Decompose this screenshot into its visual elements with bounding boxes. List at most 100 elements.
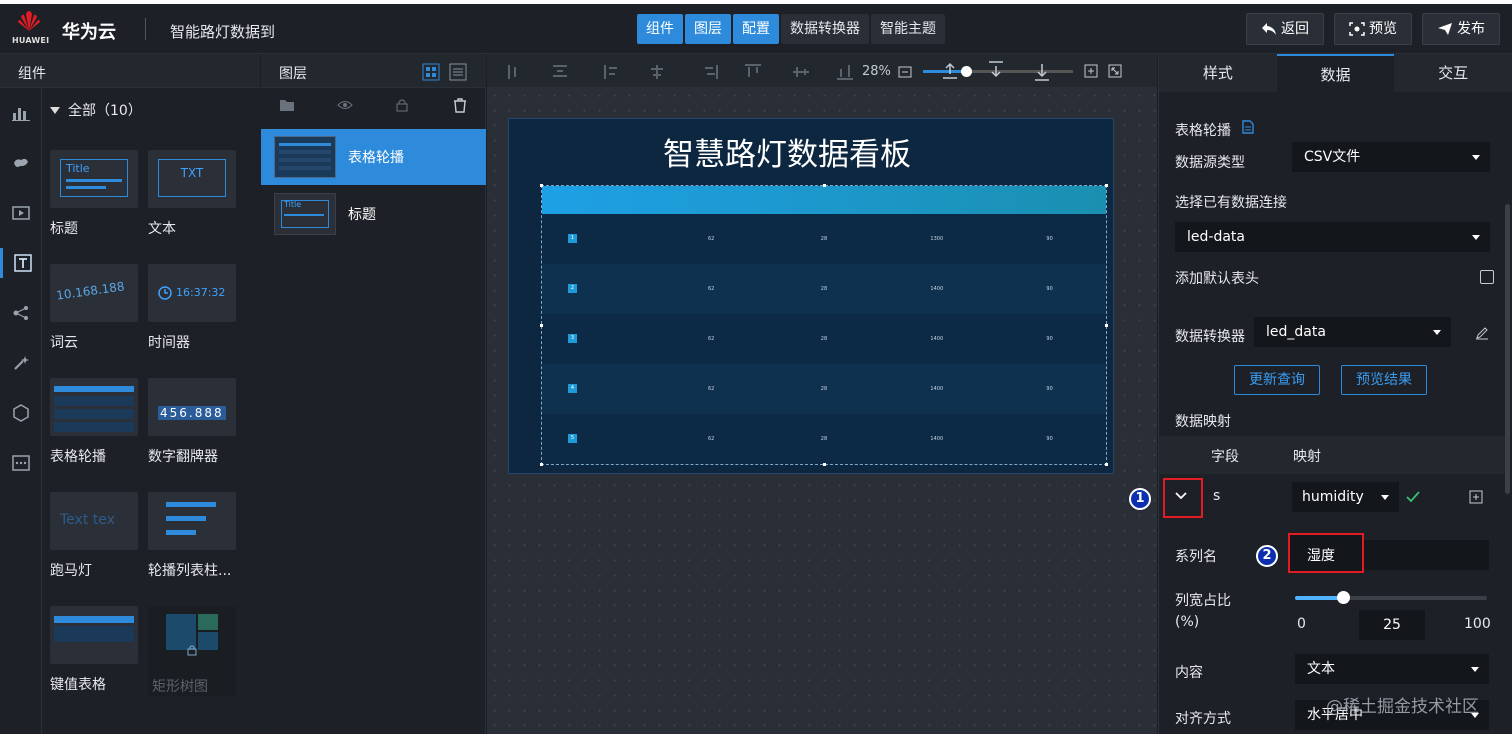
column-width-input[interactable]: 25 bbox=[1359, 610, 1425, 640]
component-thumb: TXT bbox=[148, 150, 236, 208]
rail-shape[interactable] bbox=[0, 398, 42, 428]
column-width-slider[interactable] bbox=[1295, 591, 1487, 604]
row-index: 1 bbox=[568, 234, 577, 243]
tab-components[interactable]: 组件 bbox=[637, 14, 683, 44]
content-select[interactable]: 文本 bbox=[1295, 654, 1489, 684]
preview-button[interactable]: 预览 bbox=[1334, 13, 1412, 45]
zoom-out-icon[interactable] bbox=[897, 63, 913, 79]
tab-data[interactable]: 数据 bbox=[1276, 54, 1395, 92]
relation-icon bbox=[13, 306, 28, 320]
folder-icon[interactable] bbox=[279, 98, 295, 112]
resize-handle[interactable] bbox=[823, 463, 826, 466]
rail-media[interactable] bbox=[0, 198, 42, 228]
row-index: 4 bbox=[568, 384, 577, 393]
layers-title: 图层 bbox=[279, 66, 307, 82]
add-mapping-icon[interactable] bbox=[1469, 490, 1483, 504]
slider-handle[interactable] bbox=[1337, 591, 1350, 604]
component-thumb: 矩形树图 bbox=[148, 606, 236, 696]
rail-map[interactable] bbox=[0, 148, 42, 178]
canvas-toolbar: 28% bbox=[487, 54, 1157, 88]
thumb-text: TXT bbox=[180, 166, 204, 180]
table-cell: 28 bbox=[820, 236, 828, 242]
select-value: humidity bbox=[1302, 489, 1364, 505]
design-canvas[interactable]: 智慧路灯数据看板 1 62 28 1300 90 2 62 28 1400 90 3 62 28 14… bbox=[487, 88, 1157, 734]
panel-scrollbar[interactable] bbox=[1505, 204, 1510, 494]
doc-icon[interactable] bbox=[1242, 120, 1254, 134]
resize-handle[interactable] bbox=[1105, 324, 1108, 327]
trash-icon[interactable] bbox=[453, 98, 467, 113]
select-value: led_data bbox=[1266, 324, 1326, 340]
resize-handle[interactable] bbox=[1105, 184, 1108, 187]
rail-text[interactable] bbox=[0, 248, 42, 278]
list-view-icon[interactable] bbox=[449, 63, 467, 81]
mapping-field-select[interactable]: humidity bbox=[1292, 482, 1399, 512]
rail-more[interactable] bbox=[0, 448, 42, 478]
component-card-timer[interactable]: 16:37:32 时间器 bbox=[148, 264, 238, 352]
component-card-flip-number[interactable]: 456.888 数字翻牌器 bbox=[148, 378, 238, 466]
component-card-kv-table[interactable]: 键值表格 bbox=[50, 606, 140, 694]
resize-handle[interactable] bbox=[823, 184, 826, 187]
series-name-input[interactable]: 湿度 bbox=[1288, 533, 1364, 573]
resize-handle[interactable] bbox=[540, 184, 543, 187]
chevron-down-icon[interactable] bbox=[1174, 491, 1188, 501]
component-card-carousel-bar[interactable]: 轮播列表柱... bbox=[148, 492, 238, 580]
rail-interaction[interactable] bbox=[0, 348, 42, 378]
dashboard-board[interactable]: 智慧路灯数据看板 1 62 28 1300 90 2 62 28 1400 90 3 62 28 14… bbox=[508, 118, 1114, 474]
align-tools-icon[interactable] bbox=[505, 63, 865, 81]
edit-icon[interactable] bbox=[1475, 326, 1489, 340]
layer-item-title[interactable]: Title 标题 bbox=[261, 186, 486, 242]
zoom-level: 28% bbox=[862, 64, 891, 79]
component-label: 词云 bbox=[50, 335, 78, 351]
component-card-title[interactable]: Title 标题 bbox=[50, 150, 140, 238]
mapping-map-header: 映射 bbox=[1293, 449, 1321, 465]
component-card-wordcloud[interactable]: 10.168.188 词云 bbox=[50, 264, 140, 352]
mapping-header: 字段 映射 bbox=[1159, 436, 1505, 474]
back-button[interactable]: 返回 bbox=[1246, 13, 1324, 45]
preview-result-button[interactable]: 预览结果 bbox=[1341, 365, 1427, 395]
category-filter[interactable]: 全部（10） bbox=[50, 100, 142, 120]
connection-select[interactable]: led-data bbox=[1175, 222, 1490, 252]
eye-icon[interactable] bbox=[337, 98, 353, 112]
component-card-treemap[interactable]: 矩形树图 bbox=[148, 606, 238, 696]
tab-style[interactable]: 样式 bbox=[1159, 54, 1277, 92]
default-header-checkbox[interactable] bbox=[1480, 270, 1494, 284]
layer-thumb: Title bbox=[274, 193, 336, 235]
table-cell: 1400 bbox=[930, 436, 944, 442]
component-thumb bbox=[50, 606, 138, 664]
converter-select[interactable]: led_data bbox=[1254, 317, 1451, 347]
add-icon[interactable] bbox=[1084, 64, 1098, 78]
component-card-marquee[interactable]: Text tex 跑马灯 bbox=[50, 492, 140, 580]
filter-label: 全部（10） bbox=[68, 103, 142, 119]
component-thumb bbox=[50, 378, 138, 436]
refresh-query-button[interactable]: 更新查询 bbox=[1234, 365, 1320, 395]
lock-icon[interactable] bbox=[395, 98, 409, 112]
table-cell: 1400 bbox=[930, 286, 944, 292]
project-title: 智能路灯数据到 bbox=[170, 23, 276, 41]
resize-handle[interactable] bbox=[540, 324, 543, 327]
tab-interaction[interactable]: 交互 bbox=[1394, 54, 1512, 92]
table-cell: 90 bbox=[1046, 236, 1053, 242]
component-thumb bbox=[148, 492, 236, 550]
layer-item-table-carousel[interactable]: 表格轮播 bbox=[261, 129, 486, 185]
board-title[interactable]: 智慧路灯数据看板 bbox=[509, 129, 1065, 174]
magic-wand-icon bbox=[14, 356, 29, 370]
publish-button[interactable]: 发布 bbox=[1422, 13, 1500, 45]
tab-smart-theme[interactable]: 智能主题 bbox=[871, 14, 945, 44]
component-thumb: Title bbox=[50, 150, 138, 208]
table-carousel-widget[interactable]: 1 62 28 1300 90 2 62 28 1400 90 3 62 28 1400 90 4 62 2… bbox=[540, 184, 1108, 466]
grid-view-icon[interactable] bbox=[422, 63, 440, 81]
resize-handle[interactable] bbox=[1105, 463, 1108, 466]
tab-layers[interactable]: 图层 bbox=[685, 14, 731, 44]
component-card-table-carousel[interactable]: 表格轮播 bbox=[50, 378, 140, 466]
rail-relation[interactable] bbox=[0, 298, 42, 328]
tab-data-converter[interactable]: 数据转换器 bbox=[781, 14, 869, 44]
rail-chart[interactable] bbox=[0, 98, 42, 128]
table-cell: 28 bbox=[820, 386, 828, 392]
table-row: 3 62 28 1400 90 bbox=[542, 314, 1106, 364]
component-card-text[interactable]: TXT 文本 bbox=[148, 150, 238, 238]
fullscreen-icon[interactable] bbox=[1108, 64, 1122, 78]
snap-tools-icon[interactable] bbox=[941, 60, 1061, 82]
datasource-type-select[interactable]: CSV文件 bbox=[1292, 142, 1490, 172]
resize-handle[interactable] bbox=[540, 463, 543, 466]
tab-config[interactable]: 配置 bbox=[733, 14, 779, 44]
